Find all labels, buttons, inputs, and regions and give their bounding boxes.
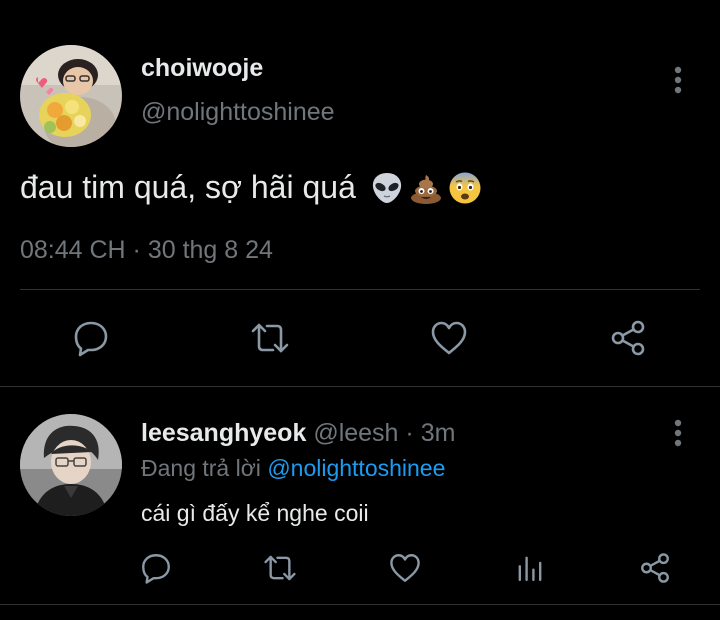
replying-to-line: Đang trả lời @nolighttoshinee (141, 455, 445, 482)
main-tweet-text: đau tim quá, sợ hãi quá (20, 169, 487, 206)
replying-to-mention[interactable]: @nolighttoshinee (267, 455, 445, 481)
divider (20, 289, 700, 290)
like-button[interactable] (429, 318, 469, 358)
reply-icon (74, 321, 108, 357)
replying-to-label: Đang trả lời (141, 455, 261, 481)
reply-display-name[interactable]: leesanghyeok (141, 419, 306, 447)
main-tweet-avatar[interactable] (20, 45, 122, 147)
reply-share-button[interactable] (638, 551, 672, 585)
share-icon (611, 320, 645, 356)
like-icon (431, 321, 467, 355)
retweet-button[interactable] (250, 318, 290, 358)
retweet-icon (264, 555, 296, 581)
reply-handle[interactable]: @leesh (313, 419, 398, 447)
fearful-face-emoji (448, 171, 482, 205)
divider (0, 386, 720, 387)
main-tweet-text-content: đau tim quá, sợ hãi quá (20, 169, 356, 205)
reply-icon (142, 554, 170, 584)
retweet-icon (251, 323, 289, 353)
main-tweet-handle[interactable]: @nolighttoshinee (141, 98, 335, 127)
share-icon (641, 553, 669, 583)
main-tweet-display-name[interactable]: choiwooje (141, 54, 263, 83)
divider (0, 604, 720, 605)
emoji-group (370, 171, 487, 205)
main-tweet-timestamp[interactable]: 08:44 CH · 30 thg 8 24 (20, 236, 273, 265)
reply-reply-button[interactable] (139, 551, 173, 585)
reply-avatar[interactable] (20, 414, 122, 516)
reply-text: cái gì đấy kể nghe coii (141, 500, 369, 526)
reply-like-button[interactable] (388, 551, 422, 585)
reply-retweet-button[interactable] (263, 551, 297, 585)
reply-separator: · (398, 419, 421, 447)
more-options-icon[interactable] (666, 64, 690, 98)
reply-views-button[interactable] (513, 551, 547, 585)
poop-emoji (409, 171, 443, 205)
reply-time[interactable]: 3m (421, 419, 456, 447)
views-icon (518, 556, 542, 582)
share-button[interactable] (608, 318, 648, 358)
more-options-icon[interactable] (666, 417, 690, 451)
alien-emoji (370, 171, 404, 205)
reply-header: leesanghyeok @leesh · 3m (141, 419, 455, 448)
reply-button[interactable] (71, 318, 111, 358)
like-icon (390, 554, 420, 582)
